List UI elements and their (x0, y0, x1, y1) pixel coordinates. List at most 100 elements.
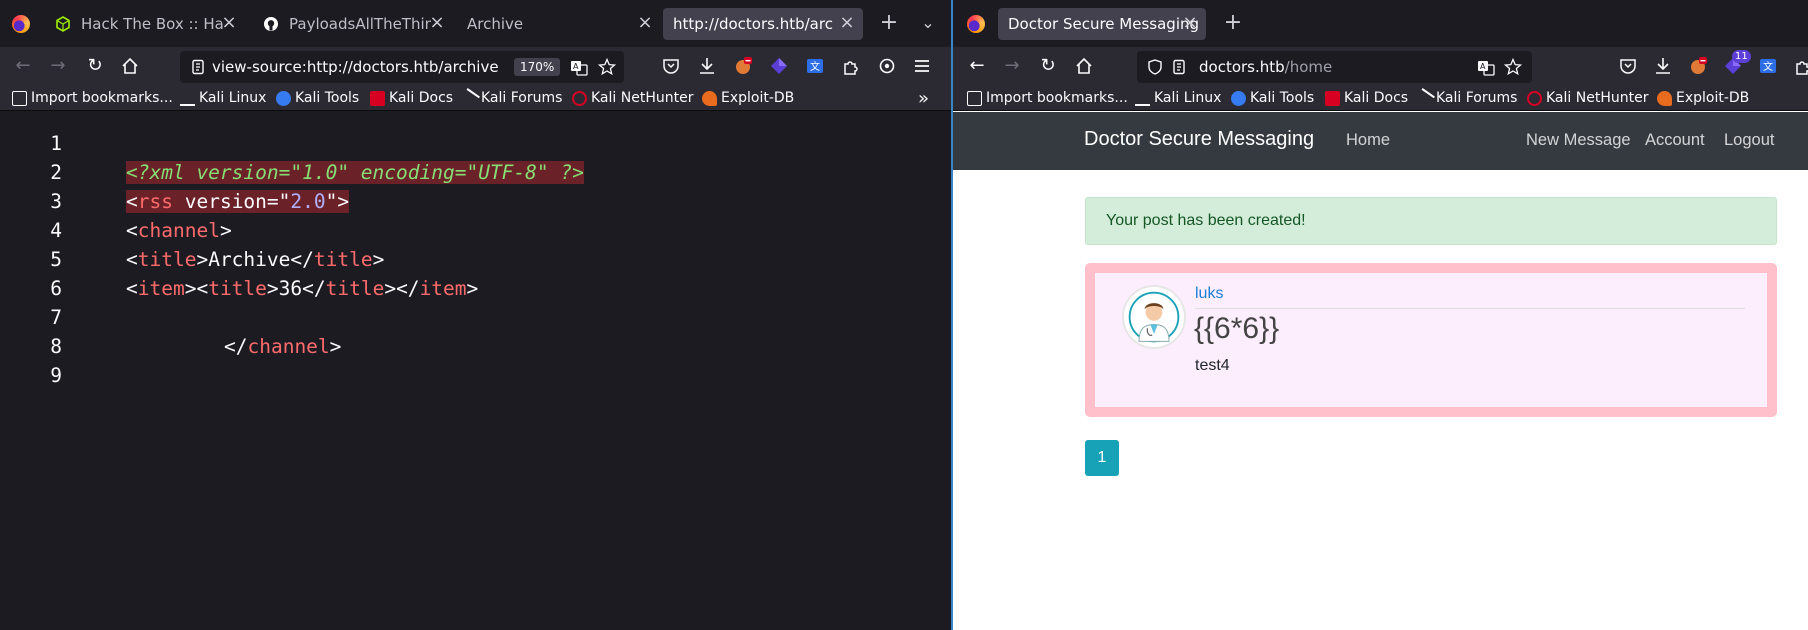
bookmark-label: Kali Linux (1154, 90, 1222, 106)
line-number: 1 (50, 132, 62, 155)
nav-toolbar: ← → ↻ view-source:http://doctors.htb/arc… (0, 47, 951, 85)
extensions-puzzle-icon[interactable] (1793, 56, 1808, 76)
back-arrow-icon[interactable]: ← (12, 55, 34, 77)
post-divider (1195, 308, 1745, 309)
bookmark-kali-tools[interactable]: Kali Tools (1231, 88, 1314, 108)
nav-toolbar: ← → ↻ doctors.htb/home A 11 文 (953, 47, 1808, 85)
list-tabs-chevron-down-icon[interactable]: ⌄ (916, 12, 940, 34)
bookmark-kali-nethunter[interactable]: Kali NetHunter (572, 88, 693, 108)
nav-logout-link[interactable]: Logout (1724, 131, 1774, 150)
translate-icon[interactable]: A (1477, 59, 1495, 77)
close-tab-icon[interactable]: × (219, 14, 239, 34)
bookmark-kali-linux[interactable]: Kali Linux (180, 88, 266, 108)
nav-account-link[interactable]: Account (1645, 131, 1705, 150)
bookmark-label: Import bookmarks... (31, 90, 173, 106)
forward-arrow-icon[interactable]: → (47, 55, 69, 77)
settings-gear-icon[interactable] (877, 56, 897, 76)
downloads-icon[interactable] (697, 56, 717, 76)
close-tab-icon[interactable]: × (837, 14, 857, 34)
view-source-panel: 1 2 3 4 5 6 7 8 9 <?xml version="1.0" en… (0, 112, 951, 630)
bookmark-label: Kali Tools (295, 90, 360, 106)
extensions-puzzle-icon[interactable] (841, 56, 861, 76)
new-tab-button[interactable]: + (877, 12, 901, 34)
bookmark-label: Kali NetHunter (591, 90, 694, 106)
page-info-icon[interactable] (1171, 59, 1187, 75)
bookmark-kali-tools[interactable]: Kali Tools (276, 88, 359, 108)
line-number: 5 (50, 248, 62, 271)
tab-label: Hack The Box :: Hack (81, 15, 223, 33)
extension-cube-icon[interactable] (769, 56, 789, 76)
bookmark-kali-linux[interactable]: Kali Linux (1135, 88, 1221, 108)
import-icon (967, 90, 982, 106)
downloads-icon[interactable] (1653, 56, 1673, 76)
url-bar[interactable]: doctors.htb/home A (1137, 51, 1532, 83)
bookmark-kali-docs[interactable]: Kali Docs (1325, 88, 1408, 108)
pocket-icon[interactable] (1618, 56, 1638, 76)
extension-fox-icon[interactable] (1688, 56, 1708, 76)
forward-arrow-icon[interactable]: → (1001, 55, 1023, 77)
bookmark-import[interactable]: Import bookmarks... (12, 88, 173, 108)
left-browser-window: Hack The Box :: Hack × PayloadsAllTheThi… (0, 0, 951, 630)
back-arrow-icon[interactable]: ← (966, 55, 988, 77)
source-line-5: <title>Archive</title> (126, 248, 385, 271)
tab-view-source[interactable]: http://doctors.htb/archive × (663, 8, 863, 40)
tab-payloads[interactable]: PayloadsAllTheThings × (253, 8, 453, 40)
site-brand[interactable]: Doctor Secure Messaging (1084, 128, 1314, 151)
extension-translate-icon[interactable]: 文 (1758, 56, 1778, 76)
new-tab-button[interactable]: + (1221, 12, 1245, 34)
reload-icon[interactable]: ↻ (1037, 55, 1059, 77)
kali-tools-icon (1231, 90, 1246, 106)
svg-text:A: A (573, 62, 579, 71)
zoom-level-badge[interactable]: 170% (514, 58, 561, 76)
firefox-logo-icon[interactable] (967, 15, 985, 33)
bookmark-kali-forums[interactable]: Kali Forums (459, 87, 562, 109)
bookmark-kali-nethunter[interactable]: Kali NetHunter (1527, 88, 1648, 108)
line-number: 9 (50, 364, 62, 387)
close-tab-icon[interactable]: × (427, 14, 447, 34)
tab-label: http://doctors.htb/archive (673, 15, 833, 33)
more-bookmarks-chevron-icon[interactable]: » (918, 88, 929, 109)
translate-icon[interactable]: A (570, 59, 588, 77)
kali-nethunter-icon (1527, 90, 1542, 106)
tab-archive[interactable]: Archive × (461, 8, 661, 40)
kali-dragon-icon (1135, 91, 1150, 106)
close-tab-icon[interactable]: × (1180, 14, 1200, 34)
home-icon[interactable] (1074, 56, 1094, 76)
exploit-db-icon (1657, 90, 1672, 106)
rss-attr-value: 2.0 (290, 190, 326, 213)
tab-bar: Hack The Box :: Hack × PayloadsAllTheThi… (0, 0, 951, 47)
kali-forums-icon (1414, 87, 1435, 109)
nav-new-message-link[interactable]: New Message (1526, 131, 1631, 150)
source-line-4: <channel> (126, 219, 232, 242)
extension-fox-icon[interactable] (733, 56, 753, 76)
bookmark-star-icon[interactable] (598, 58, 616, 76)
bookmark-exploit-db[interactable]: Exploit-DB (1657, 88, 1749, 108)
tab-doctor-secure-messaging[interactable]: Doctor Secure Messaging × (998, 8, 1206, 40)
close-tab-icon[interactable]: × (635, 14, 655, 34)
hamburger-menu-icon[interactable] (912, 56, 932, 76)
line-number: 4 (50, 219, 62, 242)
url-bar[interactable]: view-source:http://doctors.htb/archive 1… (180, 51, 624, 83)
home-icon[interactable] (120, 56, 140, 76)
reload-icon[interactable]: ↻ (84, 55, 106, 77)
channel-close-tag: channel (247, 335, 330, 358)
bookmark-kali-docs[interactable]: Kali Docs (370, 88, 453, 108)
bookmark-label: Kali Docs (389, 90, 454, 106)
doctor-avatar-icon (1128, 291, 1180, 343)
bookmark-import[interactable]: Import bookmarks... (967, 88, 1128, 108)
bookmark-star-icon[interactable] (1504, 58, 1522, 76)
pagination-page-1[interactable]: 1 (1085, 440, 1119, 476)
pocket-icon[interactable] (661, 56, 681, 76)
import-icon (12, 90, 27, 106)
page-info-icon[interactable] (190, 59, 206, 75)
extension-translate-icon[interactable]: 文 (805, 56, 825, 76)
title-close-tag: title (313, 248, 373, 271)
post-author-link[interactable]: luks (1195, 285, 1223, 303)
nav-home-link[interactable]: Home (1346, 131, 1390, 150)
post-title: {{6*6}} (1194, 312, 1280, 345)
bookmark-kali-forums[interactable]: Kali Forums (1414, 87, 1517, 109)
shield-icon[interactable] (1147, 59, 1163, 75)
tab-hackthebox[interactable]: Hack The Box :: Hack × (45, 8, 245, 40)
bookmark-exploit-db[interactable]: Exploit-DB (702, 88, 794, 108)
line-number: 8 (50, 335, 62, 358)
